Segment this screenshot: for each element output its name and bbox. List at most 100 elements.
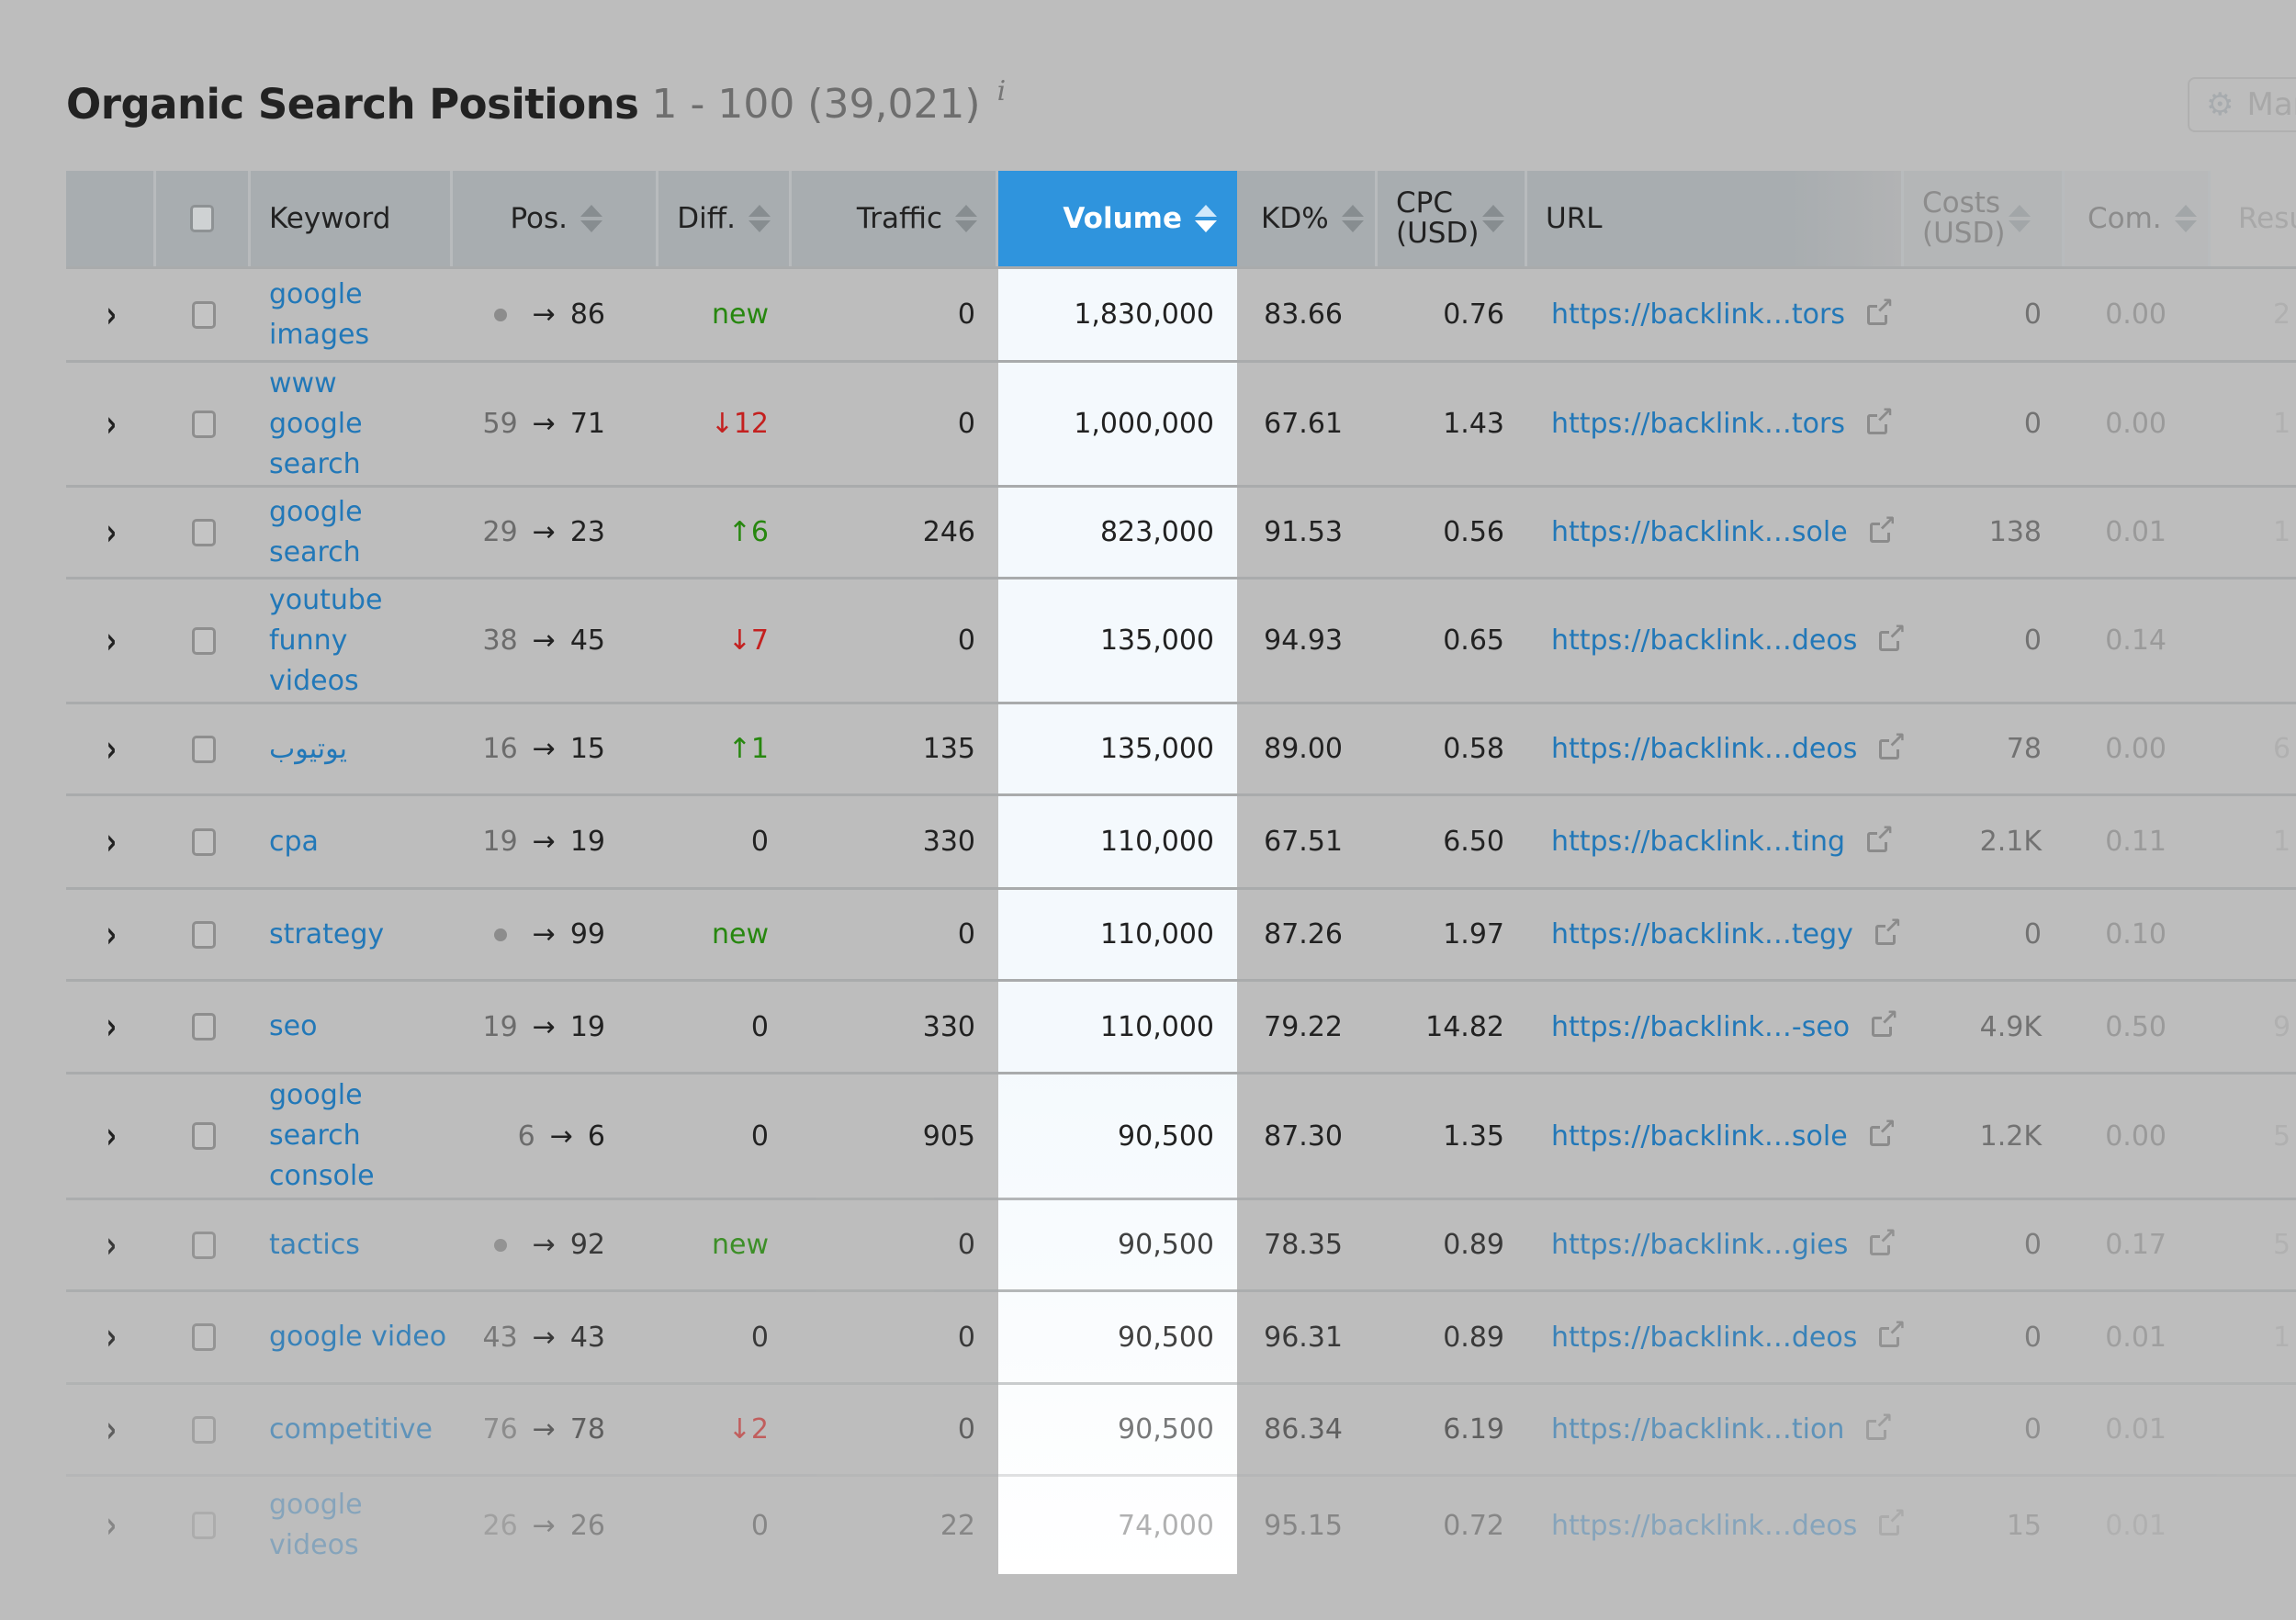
url-link[interactable]: https://backlink…tors [1551,408,1845,440]
expand-row-button[interactable]: › [66,579,156,702]
url-link[interactable]: https://backlink…tegy [1551,918,1853,951]
expand-row-button[interactable]: › [66,363,156,485]
keyword-link[interactable]: cpa [269,822,319,862]
external-link-icon[interactable] [1866,1408,1893,1440]
url-link[interactable]: https://backlink…-seo [1551,1011,1850,1043]
external-link-icon[interactable] [1866,402,1894,434]
row-checkbox[interactable] [191,1231,216,1259]
header-volume[interactable]: Volume [998,171,1237,266]
url-link[interactable]: https://backlink…deos [1551,733,1857,765]
external-link-icon[interactable] [1872,1005,1898,1037]
competition-value: 0.50 [2105,1010,2167,1043]
row-checkbox[interactable] [191,1323,216,1351]
keyword-link[interactable]: strategy [269,915,384,955]
row-checkbox[interactable] [191,1415,216,1444]
table-row[interactable]: › يوتيوب 16 → 15 ↑1 135 135,000 89.00 0.… [66,702,2296,793]
row-select [156,1292,251,1382]
competition-value: 0.00 [2105,1119,2167,1153]
header-com[interactable]: Com. [2065,171,2211,266]
url-link[interactable]: https://backlink…tion [1551,1413,1844,1446]
header-results[interactable]: Resul [2211,171,2296,266]
table-row[interactable]: › google search console 6 → 6 0 905 90,5… [66,1072,2296,1198]
table-row[interactable]: › www google search 59 → 71 ↓12 0 1,000,… [66,360,2296,485]
keyword-link[interactable]: google images [269,275,370,355]
traffic-cell: 0 [792,890,998,979]
expand-row-button[interactable]: › [66,982,156,1072]
url-link[interactable]: https://backlink…deos [1551,1510,1857,1542]
expand-row-button[interactable]: › [66,1385,156,1474]
volume-cell: 110,000 [998,796,1237,887]
row-checkbox[interactable] [191,1013,216,1041]
info-icon[interactable]: i [997,75,1007,107]
row-checkbox[interactable] [191,735,216,763]
table-row[interactable]: › google images → 86 new 0 1,830,000 83.… [66,266,2296,360]
row-checkbox[interactable] [191,1122,216,1150]
url-link[interactable]: https://backlink…sole [1551,1120,1848,1153]
row-checkbox[interactable] [191,626,216,655]
table-row[interactable]: › cpa 19 → 19 0 330 110,000 67.51 6.50 h… [66,793,2296,887]
expand-row-button[interactable]: › [66,1292,156,1382]
header-costs[interactable]: Costs (USD) [1904,171,2065,266]
expand-row-button[interactable]: › [66,796,156,887]
costs-cell: 0 [1904,1385,2065,1474]
external-link-icon[interactable] [1879,1315,1906,1347]
select-all-checkbox[interactable] [190,205,214,232]
expand-row-button[interactable]: › [66,269,156,360]
table-row[interactable]: › competitive 76 → 78 ↓2 0 90,500 86.34 … [66,1382,2296,1474]
header-diff[interactable]: Diff. [658,171,792,266]
table-row[interactable]: › google video 43 → 43 0 0 90,500 96.31 … [66,1289,2296,1382]
expand-row-button[interactable]: › [66,1477,156,1574]
header-pos[interactable]: Pos. [453,171,658,266]
url-link[interactable]: https://backlink…sole [1551,516,1848,548]
row-checkbox[interactable] [191,1512,216,1539]
url-link[interactable]: https://backlink…gies [1551,1229,1848,1261]
table-row[interactable]: › youtube funny videos 38 → 45 ↓7 0 135,… [66,577,2296,702]
expand-row-button[interactable]: › [66,1074,156,1198]
keyword-link[interactable]: google search console [269,1075,375,1197]
table-row[interactable]: › tactics → 92 new 0 90,500 78.35 0.89 h… [66,1198,2296,1289]
volume-value: 90,500 [1118,1229,1214,1261]
external-link-icon[interactable] [1879,727,1906,759]
keyword-link[interactable]: tactics [269,1225,360,1266]
url-link[interactable]: https://backlink…tors [1551,298,1845,331]
keyword-link[interactable]: يوتيوب [269,729,347,770]
row-checkbox[interactable] [191,827,216,856]
keyword-link[interactable]: seo [269,1007,317,1047]
row-checkbox[interactable] [191,300,216,329]
external-link-icon[interactable] [1869,511,1896,543]
expand-row-button[interactable]: › [66,704,156,793]
table-row[interactable]: › seo 19 → 19 0 330 110,000 79.22 14.82 … [66,979,2296,1072]
external-link-icon[interactable] [1866,293,1894,325]
keyword-link[interactable]: google search [269,492,370,573]
manage-columns-button[interactable]: ⚙ Man [2188,77,2296,132]
traffic-cell: 135 [792,704,998,793]
external-link-icon[interactable] [1867,820,1894,852]
position-diff: ↓12 [710,408,769,440]
expand-row-button[interactable]: › [66,1200,156,1289]
table-row[interactable]: › strategy → 99 new 0 110,000 87.26 1.97… [66,887,2296,979]
external-link-icon[interactable] [1869,1114,1896,1146]
expand-row-button[interactable]: › [66,890,156,979]
url-link[interactable]: https://backlink…deos [1551,1322,1857,1354]
url-link[interactable]: https://backlink…ting [1551,826,1845,858]
header-cpc[interactable]: CPC (USD) [1378,171,1527,266]
keyword-link[interactable]: competitive [269,1410,433,1450]
external-link-icon[interactable] [1870,1223,1896,1255]
row-checkbox[interactable] [191,410,216,438]
table-row[interactable]: › google videos 26 → 26 0 22 74,000 95.1… [66,1474,2296,1574]
external-link-icon[interactable] [1879,1503,1906,1536]
row-checkbox[interactable] [191,920,216,949]
keyword-link[interactable]: youtube funny videos [269,580,382,702]
header-keyword[interactable]: Keyword [251,171,453,266]
url-link[interactable]: https://backlink…deos [1551,624,1857,657]
header-kd[interactable]: KD% [1237,171,1378,266]
header-traffic[interactable]: Traffic [792,171,998,266]
external-link-icon[interactable] [1874,913,1902,945]
keyword-link[interactable]: www google search [269,364,370,485]
row-checkbox[interactable] [191,518,216,546]
expand-row-button[interactable]: › [66,488,156,577]
external-link-icon[interactable] [1879,619,1906,651]
table-row[interactable]: › google search 29 → 23 ↑6 246 823,000 9… [66,485,2296,577]
keyword-link[interactable]: google video [269,1317,446,1357]
keyword-link[interactable]: google videos [269,1485,370,1566]
